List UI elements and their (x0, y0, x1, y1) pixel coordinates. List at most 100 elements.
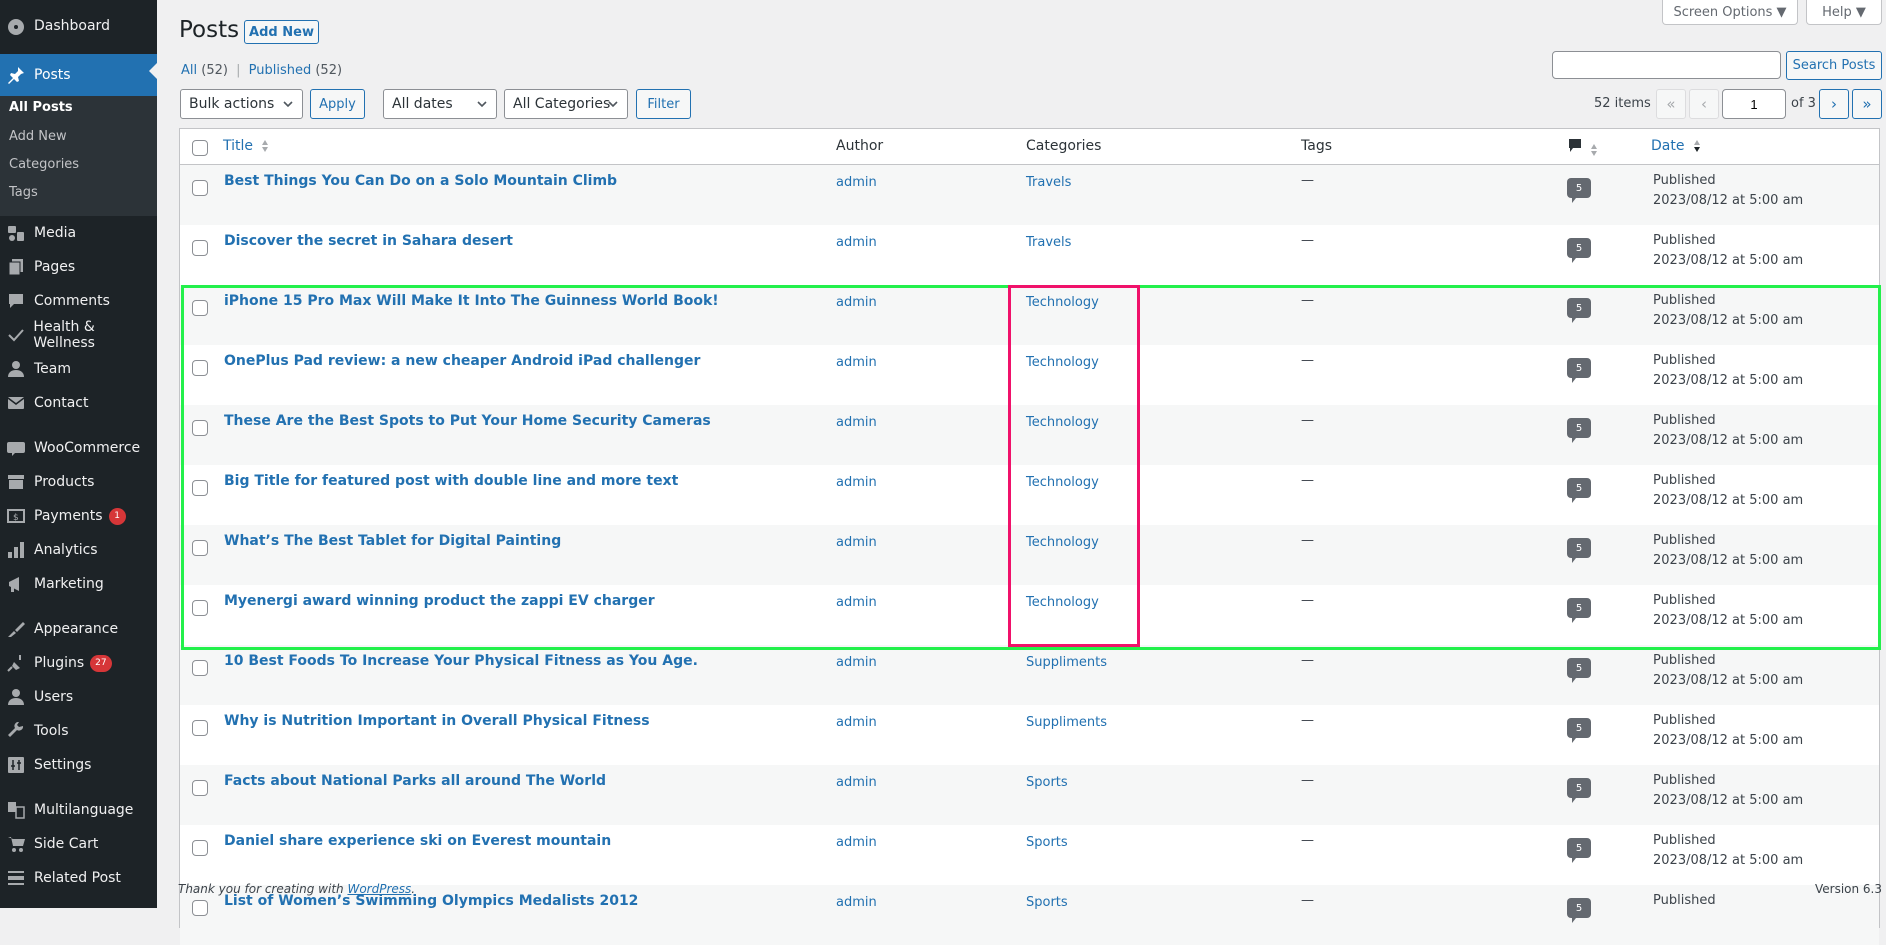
submenu-item-all-posts[interactable]: All Posts (9, 100, 73, 115)
prev-page-button[interactable]: ‹ (1689, 89, 1719, 119)
sidebar-item-media[interactable]: Media (0, 216, 157, 250)
column-date-header[interactable]: Date (1651, 138, 1701, 154)
view-published-link[interactable]: Published (52) (249, 63, 342, 78)
author-link[interactable]: admin (836, 355, 877, 370)
post-title-link[interactable]: Best Things You Can Do on a Solo Mountai… (224, 173, 617, 189)
row-checkbox[interactable] (192, 840, 208, 856)
post-title-link[interactable]: Discover the secret in Sahara desert (224, 233, 513, 249)
next-page-button[interactable]: › (1819, 89, 1849, 119)
sidebar-item-plugins[interactable]: Plugins 27 (0, 646, 157, 680)
screen-options-button[interactable]: Screen Options ▼ (1662, 0, 1798, 25)
view-all-link[interactable]: All (52) (181, 63, 228, 78)
row-checkbox[interactable] (192, 240, 208, 256)
post-title-link[interactable]: iPhone 15 Pro Max Will Make It Into The … (224, 293, 719, 309)
sidebar-item-appearance[interactable]: Appearance (0, 612, 157, 646)
comment-count-bubble[interactable]: 5 (1567, 478, 1591, 503)
post-title-link[interactable]: Why is Nutrition Important in Overall Ph… (224, 713, 650, 729)
author-link[interactable]: admin (836, 655, 877, 670)
category-link[interactable]: Technology (1026, 355, 1099, 370)
author-link[interactable]: admin (836, 595, 877, 610)
sidebar-item-posts[interactable]: Posts (0, 54, 157, 96)
comment-count-bubble[interactable]: 5 (1567, 658, 1591, 683)
sidebar-item-users[interactable]: Users (0, 680, 157, 714)
category-link[interactable]: Suppliments (1026, 715, 1107, 730)
comment-count-bubble[interactable]: 5 (1567, 838, 1591, 863)
post-title-link[interactable]: Facts about National Parks all around Th… (224, 773, 606, 789)
category-link[interactable]: Travels (1026, 235, 1071, 250)
row-checkbox[interactable] (192, 660, 208, 676)
sidebar-item-health-wellness[interactable]: Health & Wellness (0, 318, 157, 352)
author-link[interactable]: admin (836, 535, 877, 550)
apply-button[interactable]: Apply (310, 89, 365, 119)
submenu-item-add-new[interactable]: Add New (9, 129, 67, 144)
sidebar-item-contact[interactable]: Contact (0, 386, 157, 420)
sidebar-item-pages[interactable]: Pages (0, 250, 157, 284)
sidebar-item-woocommerce[interactable]: WooCommerce (0, 431, 157, 465)
category-link[interactable]: Sports (1026, 775, 1068, 790)
comment-count-bubble[interactable]: 5 (1567, 238, 1591, 263)
sidebar-item-side-cart[interactable]: Side Cart (0, 827, 157, 861)
author-link[interactable]: admin (836, 415, 877, 430)
comment-count-bubble[interactable]: 5 (1567, 598, 1591, 623)
comment-count-bubble[interactable]: 5 (1567, 358, 1591, 383)
submenu-item-categories[interactable]: Categories (9, 157, 79, 172)
category-link[interactable]: Technology (1026, 595, 1099, 610)
comment-count-bubble[interactable]: 5 (1567, 418, 1591, 443)
post-title-link[interactable]: These Are the Best Spots to Put Your Hom… (224, 413, 711, 429)
submenu-item-tags[interactable]: Tags (9, 185, 38, 200)
sidebar-item-analytics[interactable]: Analytics (0, 533, 157, 567)
category-link[interactable]: Sports (1026, 835, 1068, 850)
sidebar-item-multilanguage[interactable]: Multilanguage (0, 793, 157, 827)
add-new-button[interactable]: Add New (244, 20, 319, 44)
row-checkbox[interactable] (192, 420, 208, 436)
author-link[interactable]: admin (836, 775, 877, 790)
sidebar-item-comments[interactable]: Comments (0, 284, 157, 318)
row-checkbox[interactable] (192, 540, 208, 556)
row-checkbox[interactable] (192, 600, 208, 616)
category-filter-select[interactable]: All Categories (504, 89, 628, 119)
sidebar-item-related-post[interactable]: Related Post (0, 861, 157, 895)
post-title-link[interactable]: 10 Best Foods To Increase Your Physical … (224, 653, 698, 669)
author-link[interactable]: admin (836, 235, 877, 250)
sidebar-item-settings[interactable]: Settings (0, 748, 157, 782)
post-title-link[interactable]: What’s The Best Tablet for Digital Paint… (224, 533, 561, 549)
search-input[interactable] (1552, 51, 1781, 79)
row-checkbox[interactable] (192, 360, 208, 376)
date-filter-select[interactable]: All dates (383, 89, 497, 119)
sidebar-item-payments[interactable]: $ Payments 1 (0, 499, 157, 533)
sidebar-item-tools[interactable]: Tools (0, 714, 157, 748)
last-page-button[interactable]: » (1852, 89, 1882, 119)
post-title-link[interactable]: Myenergi award winning product the zappi… (224, 593, 655, 609)
post-title-link[interactable]: Big Title for featured post with double … (224, 473, 678, 489)
first-page-button[interactable]: « (1656, 89, 1686, 119)
comment-count-bubble[interactable]: 5 (1567, 178, 1591, 203)
category-link[interactable]: Technology (1026, 415, 1099, 430)
select-all-checkbox[interactable] (192, 140, 208, 156)
row-checkbox[interactable] (192, 300, 208, 316)
help-button[interactable]: Help ▼ (1806, 0, 1882, 25)
bulk-actions-select[interactable]: Bulk actions (180, 89, 303, 119)
row-checkbox[interactable] (192, 720, 208, 736)
column-comments-header[interactable] (1568, 138, 1598, 158)
sidebar-item-marketing[interactable]: Marketing (0, 567, 157, 601)
author-link[interactable]: admin (836, 835, 877, 850)
column-title-header[interactable]: Title (223, 138, 269, 154)
row-checkbox[interactable] (192, 480, 208, 496)
comment-count-bubble[interactable]: 5 (1567, 778, 1591, 803)
comment-count-bubble[interactable]: 5 (1567, 718, 1591, 743)
row-checkbox[interactable] (192, 180, 208, 196)
post-title-link[interactable]: Daniel share experience ski on Everest m… (224, 833, 611, 849)
category-link[interactable]: Suppliments (1026, 655, 1107, 670)
sidebar-item-team[interactable]: Team (0, 352, 157, 386)
comment-count-bubble[interactable]: 5 (1567, 298, 1591, 323)
post-title-link[interactable]: OnePlus Pad review: a new cheaper Androi… (224, 353, 700, 369)
row-checkbox[interactable] (192, 900, 208, 916)
author-link[interactable]: admin (836, 715, 877, 730)
row-checkbox[interactable] (192, 780, 208, 796)
current-page-input[interactable] (1722, 89, 1786, 119)
wordpress-link[interactable]: WordPress (347, 882, 411, 896)
search-posts-button[interactable]: Search Posts (1786, 51, 1882, 80)
sidebar-item-products[interactable]: Products (0, 465, 157, 499)
category-link[interactable]: Technology (1026, 295, 1099, 310)
filter-button[interactable]: Filter (636, 89, 691, 119)
